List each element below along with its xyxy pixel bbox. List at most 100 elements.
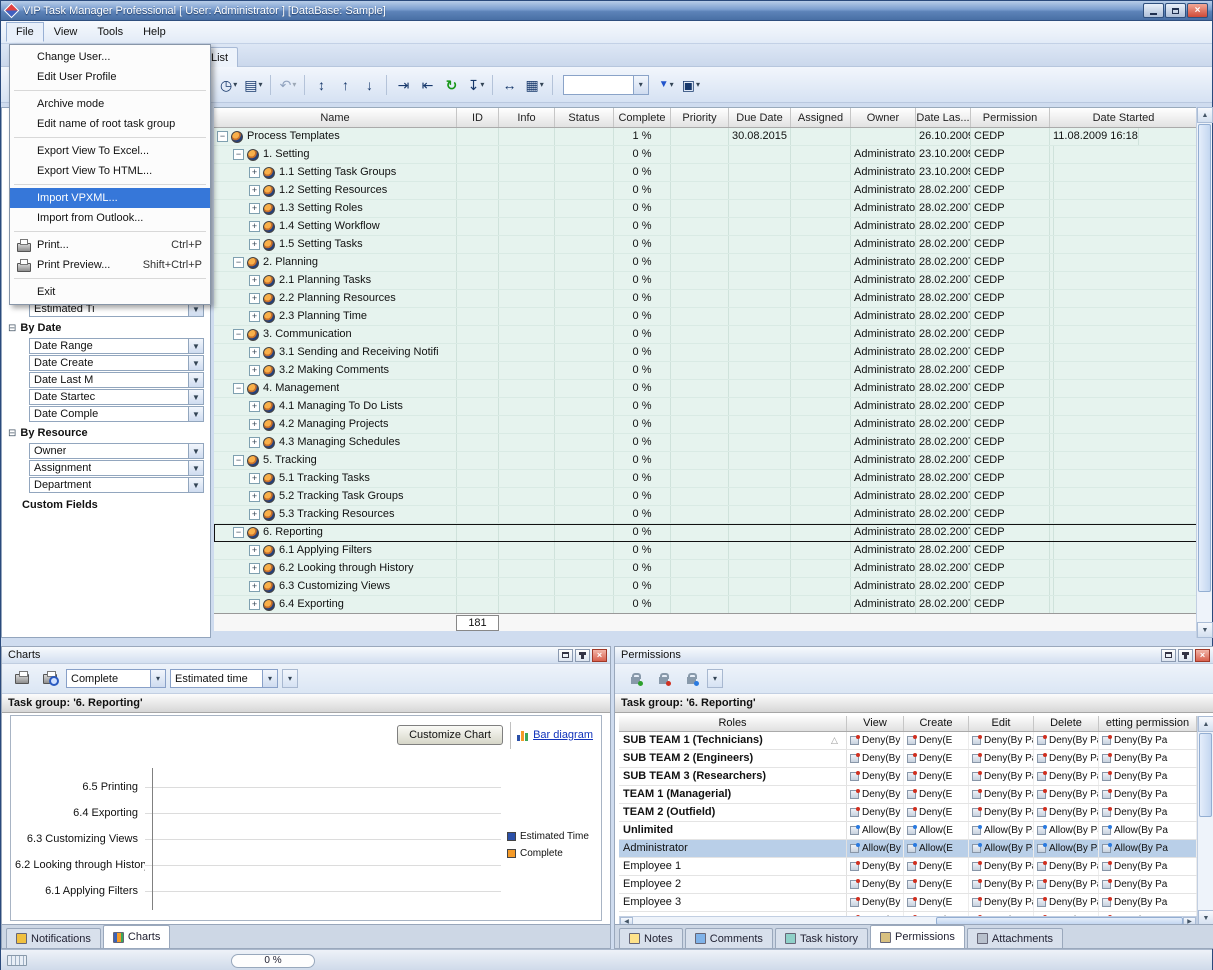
pin-panel-button[interactable]: [1178, 649, 1193, 662]
permission-cell[interactable]: Allow(By Pa: [969, 840, 1034, 857]
filter-section-header[interactable]: ⊟ By Date: [2, 318, 210, 337]
permission-cell[interactable]: Deny(By Pa: [1099, 858, 1197, 875]
task-row[interactable]: + 2.1 Planning Tasks 0 % Administrator 2…: [214, 272, 1198, 290]
maximize-button[interactable]: [1165, 3, 1186, 18]
expand-toggle-icon[interactable]: +: [249, 185, 260, 196]
expand-toggle-icon[interactable]: +: [249, 347, 260, 358]
permission-cell[interactable]: Deny(By Pa: [1034, 804, 1099, 821]
permission-cell[interactable]: Deny(By Pa: [969, 786, 1034, 803]
filter-field[interactable]: Assignment ▼: [29, 460, 204, 476]
task-row[interactable]: + 6.4 Exporting 0 % Administrator 28.02.…: [214, 596, 1198, 613]
permission-cell[interactable]: Deny(By Pa: [1034, 786, 1099, 803]
chevron-down-icon[interactable]: ▼: [188, 390, 203, 404]
permission-cell[interactable]: Deny(By Pa: [1034, 894, 1099, 911]
permissions-column-header[interactable]: View: [847, 716, 904, 731]
permissions-options-dropdown[interactable]: ▾: [707, 669, 723, 688]
grid-scrollbar[interactable]: ▲ ▼: [1196, 107, 1212, 638]
permission-row[interactable]: SUB TEAM 2 (Engineers) Deny(By Pa Deny(E: [619, 750, 1197, 768]
menu-item[interactable]: [14, 137, 206, 138]
expand-toggle-icon[interactable]: +: [249, 203, 260, 214]
expand-toggle-icon[interactable]: +: [249, 509, 260, 520]
menu-bar-item[interactable]: View: [44, 22, 88, 42]
column-header[interactable]: Due Date: [729, 108, 791, 127]
chart-series-combo[interactable]: Estimated time ▾: [170, 669, 278, 688]
deny-permission-button[interactable]: [651, 667, 675, 691]
permission-row[interactable]: TEAM 2 (Outfield) Deny(By Pa Deny(E: [619, 804, 1197, 822]
filter-field[interactable]: Date Create ▼: [29, 355, 204, 371]
menu-item[interactable]: Exit: [10, 282, 210, 302]
close-panel-button[interactable]: ×: [592, 649, 607, 662]
task-row[interactable]: + 6.1 Applying Filters 0 % Administrator…: [214, 542, 1198, 560]
permission-cell[interactable]: Deny(By Pa: [1099, 732, 1197, 749]
menu-bar-item[interactable]: Help: [133, 22, 176, 42]
expand-toggle-icon[interactable]: +: [249, 365, 260, 376]
task-row[interactable]: + 2.2 Planning Resources 0 % Administrat…: [214, 290, 1198, 308]
minimize-button[interactable]: [1143, 3, 1164, 18]
task-row[interactable]: − 1. Setting 0 % Administrator 23.10.200…: [214, 146, 1198, 164]
bottom-tab[interactable]: Notifications: [6, 928, 101, 948]
menu-item[interactable]: Import from Outlook...: [10, 208, 210, 228]
permission-cell[interactable]: Deny(E: [904, 858, 969, 875]
expand-toggle-icon[interactable]: −: [233, 257, 244, 268]
permission-cell[interactable]: Deny(By Pa: [847, 768, 904, 785]
expand-toggle-icon[interactable]: +: [249, 491, 260, 502]
menu-bar-item[interactable]: File: [6, 22, 44, 42]
expand-toggle-icon[interactable]: +: [249, 473, 260, 484]
print-preview-button[interactable]: [38, 667, 62, 691]
task-row[interactable]: + 3.1 Sending and Receiving Notifi 0 % A…: [214, 344, 1198, 362]
close-button[interactable]: ×: [1187, 3, 1208, 18]
toolbar-button[interactable]: ▦ ▾: [522, 73, 546, 97]
toolbar-button[interactable]: ↻: [440, 73, 463, 97]
menu-item[interactable]: [14, 184, 206, 185]
task-row[interactable]: − 4. Management 0 % Administrator 28.02.…: [214, 380, 1198, 398]
toolbar-button[interactable]: ⇤: [416, 73, 439, 97]
expand-toggle-icon[interactable]: +: [249, 545, 260, 556]
horizontal-splitter[interactable]: [1, 638, 1212, 646]
menu-item[interactable]: Export View To Excel...: [10, 141, 210, 161]
column-header[interactable]: Date Started: [1050, 108, 1198, 127]
permission-row[interactable]: Employee 3 Deny(By Pa Deny(E: [619, 894, 1197, 912]
permissions-column-header[interactable]: etting permission: [1099, 716, 1197, 731]
permission-cell[interactable]: Deny(E: [904, 876, 969, 893]
toolbar-button[interactable]: ↑: [334, 73, 357, 97]
bar-diagram-link[interactable]: Bar diagram: [517, 729, 593, 741]
permission-cell[interactable]: Allow(By Pa: [847, 840, 904, 857]
filter-field[interactable]: Owner ▼: [29, 443, 204, 459]
task-row[interactable]: + 1.3 Setting Roles 0 % Administrator 28…: [214, 200, 1198, 218]
permission-cell[interactable]: Deny(E: [904, 768, 969, 785]
task-row[interactable]: − 2. Planning 0 % Administrator 28.02.20…: [214, 254, 1198, 272]
chevron-down-icon[interactable]: ▼: [188, 407, 203, 421]
expand-toggle-icon[interactable]: +: [249, 167, 260, 178]
toolbar-combo[interactable]: ▾: [563, 75, 649, 95]
expand-toggle-icon[interactable]: +: [249, 419, 260, 430]
chevron-down-icon[interactable]: ▼: [188, 478, 203, 492]
toolbar-button[interactable]: ⇥: [392, 73, 415, 97]
permission-cell[interactable]: Deny(By Pa: [1034, 732, 1099, 749]
restore-panel-button[interactable]: [1161, 649, 1176, 662]
toolbar-button[interactable]: [304, 75, 305, 95]
expand-toggle-icon[interactable]: +: [249, 275, 260, 286]
chevron-down-icon[interactable]: ▾: [262, 670, 277, 687]
permission-cell[interactable]: Deny(By Pa: [969, 804, 1034, 821]
custom-fields-header[interactable]: Custom Fields: [2, 494, 210, 514]
permission-cell[interactable]: Allow(By Pa: [847, 822, 904, 839]
toolbar-button[interactable]: [270, 75, 271, 95]
combo-dropdown-icon[interactable]: ▾: [633, 76, 648, 94]
chart-options-dropdown[interactable]: ▾: [282, 669, 298, 688]
bottom-tab[interactable]: Comments: [685, 928, 773, 948]
permission-cell[interactable]: Deny(By Pa: [1034, 876, 1099, 893]
permission-cell[interactable]: Allow(By Pa: [1099, 822, 1197, 839]
customize-chart-button[interactable]: Customize Chart: [397, 725, 503, 745]
permission-cell[interactable]: Deny(By Pa: [1099, 768, 1197, 785]
permissions-scrollbar[interactable]: ▲ ▼: [1197, 716, 1213, 926]
restore-panel-button[interactable]: [558, 649, 573, 662]
menu-item[interactable]: Export View To HTML...: [10, 161, 210, 181]
menu-item[interactable]: Edit name of root task group: [10, 114, 210, 134]
toolbar-button[interactable]: ▤ ▾: [241, 73, 265, 97]
column-header[interactable]: Permission: [971, 108, 1050, 127]
bottom-tab[interactable]: Permissions: [870, 925, 965, 948]
task-row[interactable]: + 4.2 Managing Projects 0 % Administrato…: [214, 416, 1198, 434]
expand-toggle-icon[interactable]: +: [249, 311, 260, 322]
task-row[interactable]: + 6.2 Looking through History 0 % Admini…: [214, 560, 1198, 578]
permission-row[interactable]: Employee 1 Deny(By Pa Deny(E: [619, 858, 1197, 876]
